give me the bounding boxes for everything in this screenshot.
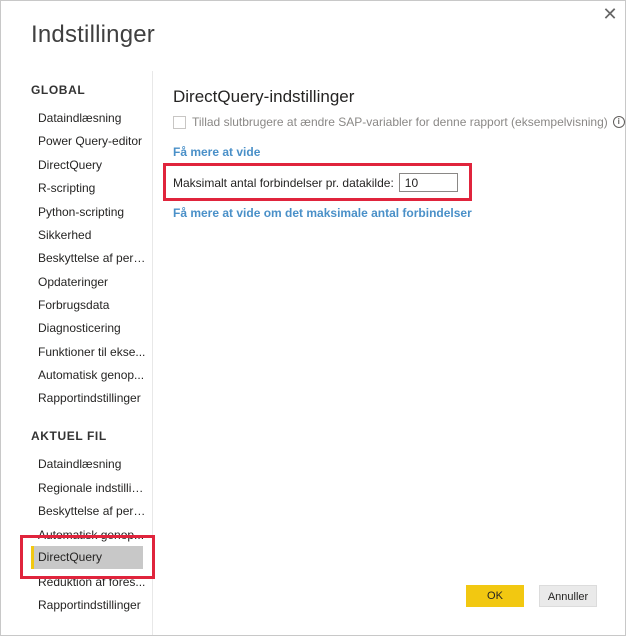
sidebar-section-global: GLOBAL (31, 83, 86, 97)
settings-dialog: Indstillinger ✕ GLOBAL Dataindlæsning Po… (0, 0, 626, 636)
sidebar-section-current-file: AKTUEL FIL (31, 429, 107, 443)
sidebar-item-global-security[interactable]: Sikkerhed (38, 228, 146, 242)
sidebar-highlight-box (20, 535, 155, 579)
sap-variables-label: Tillad slutbrugere at ændre SAP-variable… (192, 115, 608, 129)
sidebar-item-global-data-load[interactable]: Dataindlæsning (38, 111, 146, 125)
sidebar-item-global-privacy[interactable]: Beskyttelse af pers... (38, 251, 146, 265)
sidebar-item-global-diagnostics[interactable]: Diagnosticering (38, 321, 146, 335)
sidebar-item-global-power-query-editor[interactable]: Power Query-editor (38, 134, 146, 148)
close-icon[interactable]: ✕ (601, 5, 619, 23)
sidebar-item-global-updates[interactable]: Opdateringer (38, 275, 146, 289)
cancel-button[interactable]: Annuller (539, 585, 597, 607)
dialog-title: Indstillinger (31, 21, 155, 48)
sidebar-item-global-auto-recovery[interactable]: Automatisk genop... (38, 368, 146, 382)
sidebar-item-global-usage-data[interactable]: Forbrugsdata (38, 298, 146, 312)
sidebar-item-global-directquery[interactable]: DirectQuery (38, 158, 146, 172)
sidebar-item-current-report-settings[interactable]: Rapportindstillinger (38, 598, 146, 612)
sidebar-item-global-python-scripting[interactable]: Python-scripting (38, 205, 146, 219)
sidebar-item-current-regional-settings[interactable]: Regionale indstillin... (38, 481, 146, 495)
sap-variables-checkbox[interactable] (173, 115, 186, 129)
learn-more-link[interactable]: Få mere at vide (173, 145, 260, 159)
ok-button[interactable]: OK (466, 585, 524, 607)
learn-more-max-connections-link[interactable]: Få mere at vide om det maksimale antal f… (173, 206, 472, 220)
sap-variables-option: Tillad slutbrugere at ændre SAP-variable… (173, 115, 625, 129)
max-connections-highlight-box (163, 163, 472, 201)
info-icon[interactable]: i (612, 116, 625, 128)
page-title: DirectQuery-indstillinger (173, 87, 355, 106)
sidebar-item-global-preview-features[interactable]: Funktioner til ekse... (38, 345, 146, 359)
sidebar-item-current-privacy[interactable]: Beskyttelse af pers... (38, 504, 146, 518)
sidebar-item-global-report-settings[interactable]: Rapportindstillinger (38, 391, 146, 405)
sidebar-item-current-data-load[interactable]: Dataindlæsning (38, 457, 146, 471)
sidebar-item-global-r-scripting[interactable]: R-scripting (38, 181, 146, 195)
